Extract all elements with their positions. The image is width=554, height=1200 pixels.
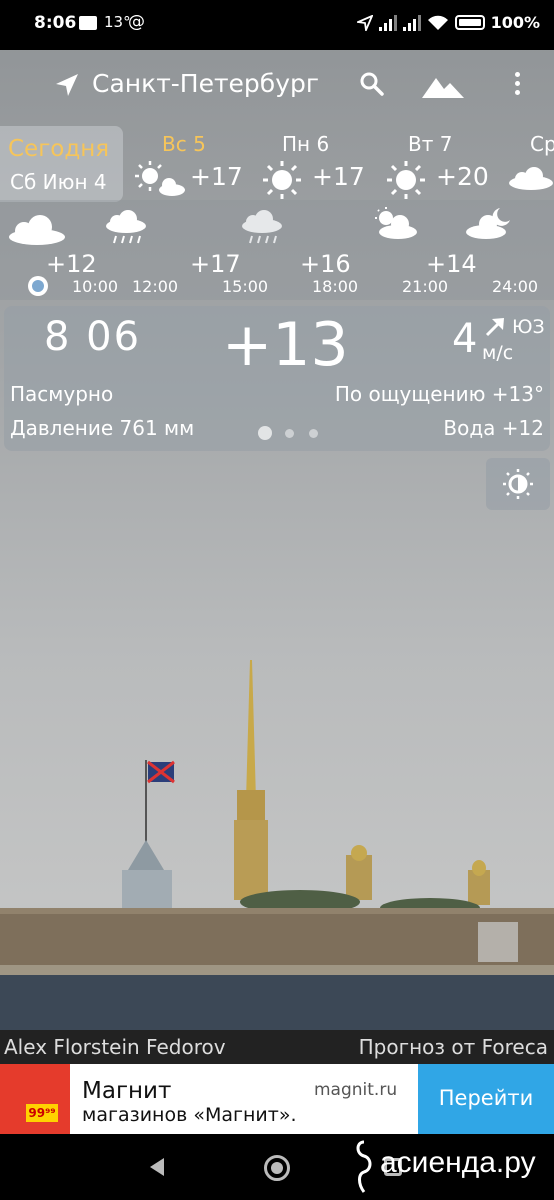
- day-item[interactable]: Пн 6 +17: [262, 126, 372, 202]
- landscape-icon[interactable]: [422, 74, 464, 100]
- day-temp: +20: [436, 162, 489, 191]
- cloud-icon: [509, 167, 553, 190]
- location-arrow-icon: [356, 14, 373, 31]
- today-card[interactable]: Сегодня Сб Июн 4: [0, 126, 123, 202]
- hour-temp: +12: [46, 250, 97, 278]
- wifi-icon: [427, 15, 448, 30]
- hour-time: 21:00: [402, 277, 449, 296]
- more-menu-icon[interactable]: [510, 72, 524, 100]
- ad-domain: magnit.ru: [314, 1080, 398, 1100]
- rain-icon: [242, 210, 282, 244]
- sun-icon: [387, 161, 425, 199]
- signal-2-icon: [402, 14, 421, 31]
- day-name: Пн 6: [282, 132, 330, 156]
- status-right: 100%: [356, 13, 540, 32]
- search-icon[interactable]: [358, 70, 386, 98]
- message-icon: [79, 16, 97, 30]
- ad-price: 99⁹⁹: [26, 1104, 58, 1122]
- background-photo: [0, 660, 554, 1030]
- sun-moon-icon: [503, 469, 533, 499]
- sun-cloud-icon: [135, 161, 185, 196]
- theme-toggle-button[interactable]: [486, 458, 550, 510]
- ad-banner[interactable]: 99⁹⁹ Магнит магазинов «Магнит». magnit.r…: [0, 1064, 554, 1134]
- wind-unit: м/с: [482, 342, 514, 364]
- hour-time: 10:00: [72, 277, 119, 296]
- hour-temp: +17: [190, 250, 241, 278]
- wind-speed: 4: [452, 316, 478, 362]
- condition-text: Пасмурно: [10, 382, 114, 406]
- water-temperature: Вода +12: [443, 416, 544, 440]
- day-name: Вс 5: [162, 132, 206, 156]
- hour-time: 15:00: [222, 277, 269, 296]
- today-date: Сб Июн 4: [10, 170, 107, 194]
- pressure: Давление 761 мм: [10, 416, 195, 440]
- ad-go-button[interactable]: Перейти: [418, 1064, 554, 1134]
- back-icon[interactable]: [150, 1158, 164, 1176]
- day-name: Вт 7: [408, 132, 453, 156]
- credits-bar: Alex Florstein Fedorov Прогноз от Foreca: [0, 1030, 554, 1064]
- sun-icon: [263, 161, 301, 199]
- sun-cloud-icon: [375, 207, 417, 239]
- day-name: Ср: [530, 132, 554, 156]
- battery-level: 100%: [490, 13, 540, 32]
- watermark-text: асиенда.ру: [380, 1146, 536, 1179]
- feels-like: По ощущению +13°: [334, 382, 544, 406]
- signal-icon: [378, 14, 397, 31]
- rain-icon: [106, 210, 146, 244]
- hour-time: 12:00: [132, 277, 179, 296]
- ad-subtitle: магазинов «Магнит».: [82, 1104, 297, 1126]
- pager-dot[interactable]: [309, 429, 318, 438]
- hourly-forecast[interactable]: +12 +17 +16 +14 10:00 12:00 15:00 18:00 …: [0, 200, 554, 300]
- ad-logo: 99⁹⁹: [0, 1064, 70, 1134]
- watermark-logo-icon: [356, 1140, 372, 1193]
- status-temperature: 13°: [104, 13, 131, 31]
- pager-dot-active[interactable]: [258, 426, 272, 440]
- wind-direction: ЮЗ: [512, 316, 545, 338]
- at-icon: @: [128, 12, 145, 32]
- current-time: 8 06: [44, 314, 142, 360]
- system-navbar: асиенда.ру: [0, 1134, 554, 1200]
- hour-time: 18:00: [312, 277, 359, 296]
- moon-cloud-icon: [466, 208, 510, 239]
- hour-temp: +14: [426, 250, 477, 278]
- current-time-marker: [28, 276, 48, 296]
- current-temperature: +13: [222, 310, 349, 380]
- current-conditions-card[interactable]: 8 06 +13 4 ЮЗ м/с Пасмурно По ощущению +…: [4, 306, 550, 451]
- hour-time: 24:00: [492, 277, 539, 296]
- status-time: 8:06: [34, 13, 77, 33]
- forecast-source[interactable]: Прогноз от Foreca: [359, 1035, 548, 1059]
- daily-forecast: Сегодня Сб Июн 4 Вс 5 +17 Пн 6 +17 Вт 7 …: [0, 126, 554, 206]
- today-title: Сегодня: [8, 136, 110, 162]
- cloud-icon: [9, 215, 65, 245]
- day-temp: +17: [190, 162, 243, 191]
- ad-title: Магнит: [82, 1078, 172, 1104]
- day-item[interactable]: Вт 7 +20: [384, 126, 494, 202]
- photo-author[interactable]: Alex Florstein Fedorov: [4, 1035, 226, 1059]
- status-bar: 8:06 13° @ 100%: [0, 0, 554, 50]
- app-header: Санкт-Петербург: [0, 50, 554, 125]
- day-item[interactable]: Ср: [508, 126, 554, 202]
- city-name[interactable]: Санкт-Петербург: [92, 69, 319, 98]
- home-icon[interactable]: [264, 1155, 290, 1181]
- pager-dot[interactable]: [285, 429, 294, 438]
- hour-temp: +16: [300, 250, 351, 278]
- day-item[interactable]: Вс 5 +17: [132, 126, 252, 202]
- battery-icon: [454, 15, 485, 30]
- wind-direction-icon: [485, 318, 504, 337]
- day-temp: +17: [312, 162, 365, 191]
- location-arrow-icon[interactable]: [54, 72, 80, 98]
